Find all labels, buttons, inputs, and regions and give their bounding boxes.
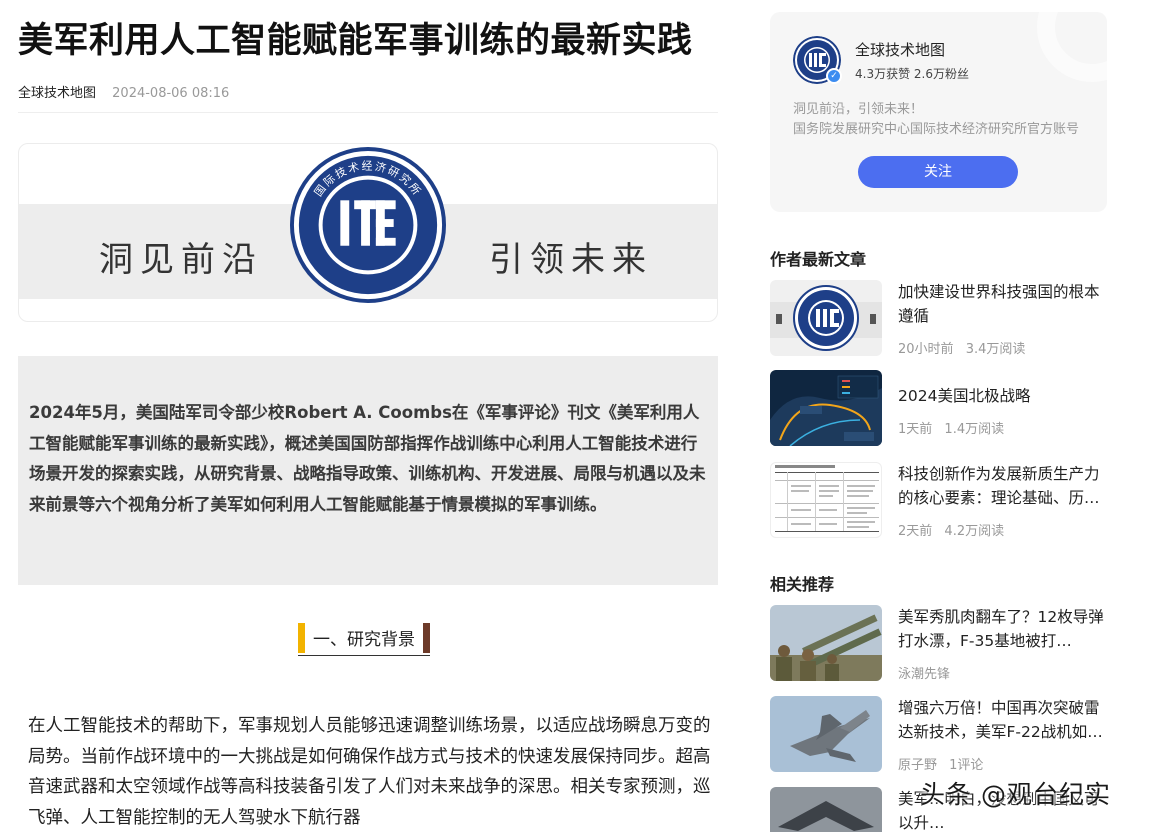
related-heading: 相关推荐 [770, 575, 835, 594]
related-item-title[interactable]: 美军秀肌肉翻车了？12枚导弹打水漂，F-35基地被打… [898, 605, 1110, 653]
article-date: 2024-08-06 08:16 [112, 86, 230, 101]
latest-item-reads: 1.4万阅读 [944, 422, 1005, 437]
card-decoration [1037, 12, 1107, 82]
banner-slogan-left: 洞见前沿 [99, 240, 263, 280]
latest-article-item[interactable]: 2024美国北极战略 1天前 1.4万阅读 [770, 370, 1107, 446]
article-author-link[interactable]: 全球技术地图 [18, 86, 96, 101]
author-stats: 4.3万获赞 2.6万粉丝 [855, 67, 969, 81]
article-title: 美军利用人工智能赋能军事训练的最新实践 [18, 21, 693, 61]
section-bar-right [423, 622, 430, 653]
author-name[interactable]: 全球技术地图 [855, 39, 945, 60]
latest-thumb-arctic-map [770, 370, 882, 446]
latest-item-title[interactable]: 2024美国北极战略 [898, 384, 1110, 408]
meta-divider [18, 112, 718, 113]
article-body-paragraph: 在人工智能技术的帮助下，军事规划人员能够迅速调整训练场景，以适应战场瞬息万变的局… [28, 716, 711, 828]
article-meta: 全球技术地图 2024-08-06 08:16 [18, 82, 229, 101]
latest-item-info: 20小时前 3.4万阅读 [898, 338, 1025, 357]
verified-badge-icon: ✓ [826, 68, 842, 84]
latest-articles-heading: 作者最新文章 [770, 250, 867, 269]
article-summary-box: 2024年5月，美国陆军司令部少校Robert A. Coombs在《军事评论》… [18, 356, 718, 585]
related-article-item[interactable]: 美军秀肌肉翻车了？12枚导弹打水漂，F-35基地被打… 泳潮先锋 [770, 605, 1110, 682]
latest-item-title[interactable]: 科技创新作为发展新质生产力的核心要素：理论基础、历… [898, 462, 1110, 510]
author-bio-line1: 洞见前沿，引领未来！ [793, 102, 924, 117]
author-card: ✓ 全球技术地图 4.3万获赞 2.6万粉丝 洞见前沿，引领未来！ 国务院发展研… [770, 12, 1107, 212]
sidebar: ✓ 全球技术地图 4.3万获赞 2.6万粉丝 洞见前沿，引领未来！ 国务院发展研… [770, 0, 1107, 832]
latest-item-time: 20小时前 [898, 342, 954, 357]
related-item-source: 泳潮先锋 [898, 667, 951, 682]
latest-item-info: 1天前 1.4万阅读 [898, 418, 1004, 437]
summary-text: 2024年5月，美国陆军司令部少校Robert A. Coombs在《军事评论》… [29, 403, 706, 514]
related-thumb-fighter-jet [770, 696, 882, 772]
related-item-info: 原子野 1评论 [898, 754, 983, 773]
banner-slogan-right: 引领未来 [489, 240, 653, 280]
section-bar-left [298, 622, 305, 653]
author-bio: 洞见前沿，引领未来！ 国务院发展研究中心国际技术经济研究所官方账号 [793, 100, 1079, 140]
latest-thumb-table [770, 462, 882, 538]
related-article-item[interactable]: 增强六万倍！中国再次突破雷达新技术，美军F-22战机如… 原子野 1评论 [770, 696, 1110, 773]
latest-article-item[interactable]: 科技创新作为发展新质生产力的核心要素：理论基础、历… 2天前 4.2万阅读 [770, 462, 1110, 539]
related-thumb-missile-troops [770, 605, 882, 681]
related-thumb-stealth-bomber [770, 787, 882, 832]
article-column: 美军利用人工智能赋能军事训练的最新实践 全球技术地图 2024-08-06 08… [18, 0, 718, 832]
watermark: 头条 @观台纪实 [920, 780, 1111, 809]
related-item-source: 原子野 [898, 758, 938, 773]
related-item-title[interactable]: 增强六万倍！中国再次突破雷达新技术，美军F-22战机如… [898, 696, 1110, 744]
latest-item-info: 2天前 4.2万阅读 [898, 520, 1004, 539]
author-bio-line2: 国务院发展研究中心国际技术经济研究所官方账号 [793, 122, 1080, 137]
latest-item-time: 2天前 [898, 524, 933, 539]
latest-item-reads: 3.4万阅读 [965, 342, 1026, 357]
related-item-info: 泳潮先锋 [898, 663, 950, 682]
ite-logo-icon: 国际技术经济研究所 [289, 146, 447, 304]
latest-thumb-logo [770, 280, 882, 356]
article-banner-image: 洞见前沿 引领未来 国际技术经济研究所 [18, 143, 718, 322]
latest-item-reads: 4.2万阅读 [944, 524, 1005, 539]
section-heading: 一、研究背景 [298, 620, 430, 656]
latest-article-item[interactable]: 加快建设世界科技强国的根本遵循 20小时前 3.4万阅读 [770, 280, 1110, 357]
section-heading-text: 一、研究背景 [313, 630, 415, 650]
related-item-comments: 1评论 [949, 758, 984, 773]
follow-button[interactable]: 关注 [858, 156, 1018, 188]
latest-item-title[interactable]: 加快建设世界科技强国的根本遵循 [898, 280, 1110, 328]
latest-item-time: 1天前 [898, 422, 933, 437]
